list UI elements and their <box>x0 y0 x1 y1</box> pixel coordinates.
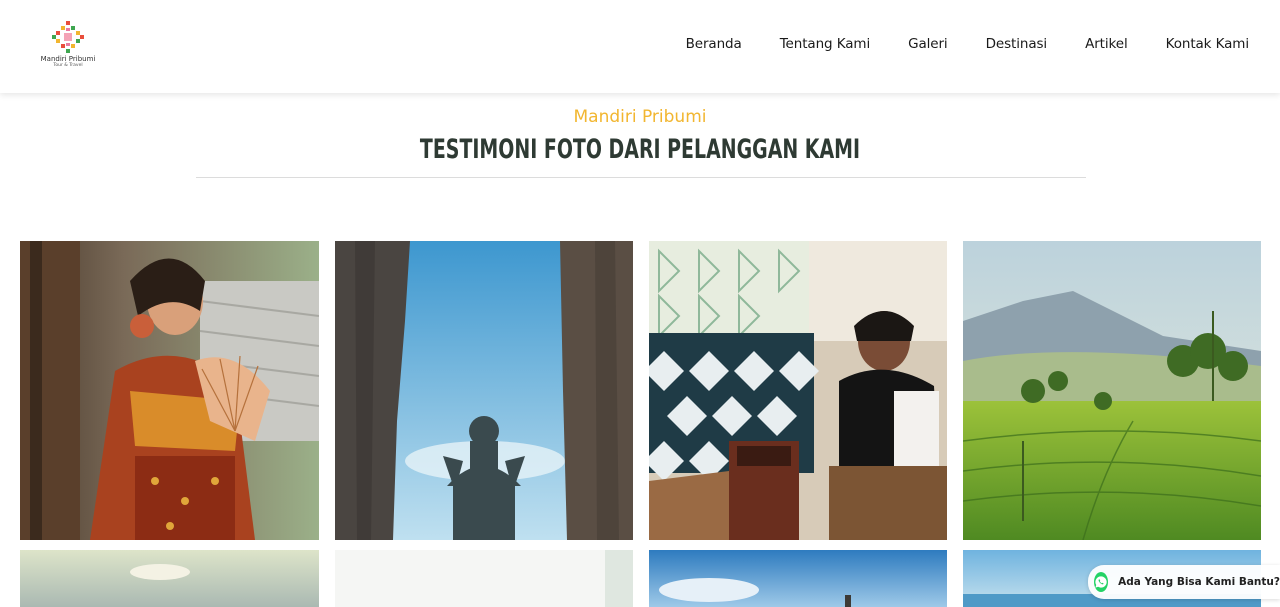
nav-item-beranda[interactable]: Beranda <box>686 36 742 52</box>
title-divider <box>196 177 1086 178</box>
light-photo <box>335 550 633 607</box>
gallery-photo-sky[interactable] <box>20 550 319 607</box>
gallery-photo-temple[interactable] <box>649 550 947 607</box>
rice-terrace-photo <box>963 241 1261 540</box>
main-nav: Beranda Tentang Kami Galeri Destinasi Ar… <box>648 36 1249 52</box>
temple-sky-photo <box>649 550 947 607</box>
brand-logo[interactable]: Mandiri Pribumi Tour & Travel <box>38 20 98 72</box>
brand-name: Mandiri Pribumi <box>40 55 96 63</box>
nav-item-tentang-kami[interactable]: Tentang Kami <box>780 36 870 52</box>
site-header: Mandiri Pribumi Tour & Travel Beranda Te… <box>0 0 1280 93</box>
nav-item-kontak-kami[interactable]: Kontak Kami <box>1166 36 1249 52</box>
brand-tagline: Tour & Travel <box>53 63 83 68</box>
whatsapp-icon <box>1094 572 1109 592</box>
gallery-photo-batik[interactable] <box>649 241 947 540</box>
gallery-photo-light[interactable] <box>335 550 633 607</box>
gallery-photo-dancer[interactable] <box>20 241 319 540</box>
whatsapp-chat-button[interactable]: Ada Yang Bisa Kami Bantu? <box>1088 565 1280 599</box>
nav-item-destinasi[interactable]: Destinasi <box>986 36 1048 52</box>
nav-item-artikel[interactable]: Artikel <box>1085 36 1128 52</box>
logo-mark-icon <box>52 21 84 53</box>
section-eyebrow: Mandiri Pribumi <box>573 107 707 127</box>
batik-artisan-photo <box>649 241 947 540</box>
nav-item-galeri[interactable]: Galeri <box>908 36 948 52</box>
gallery-photo-statue[interactable] <box>335 241 633 540</box>
section-title: TESTIMONI FOTO DARI PELANGGAN KAMI <box>419 134 861 165</box>
sky-landscape-photo <box>20 550 319 607</box>
balinese-dancer-photo <box>20 241 319 540</box>
whatsapp-label: Ada Yang Bisa Kami Bantu? <box>1118 576 1280 588</box>
gwk-statue-photo <box>335 241 633 540</box>
gallery-photo-rice-terrace[interactable] <box>963 241 1261 540</box>
